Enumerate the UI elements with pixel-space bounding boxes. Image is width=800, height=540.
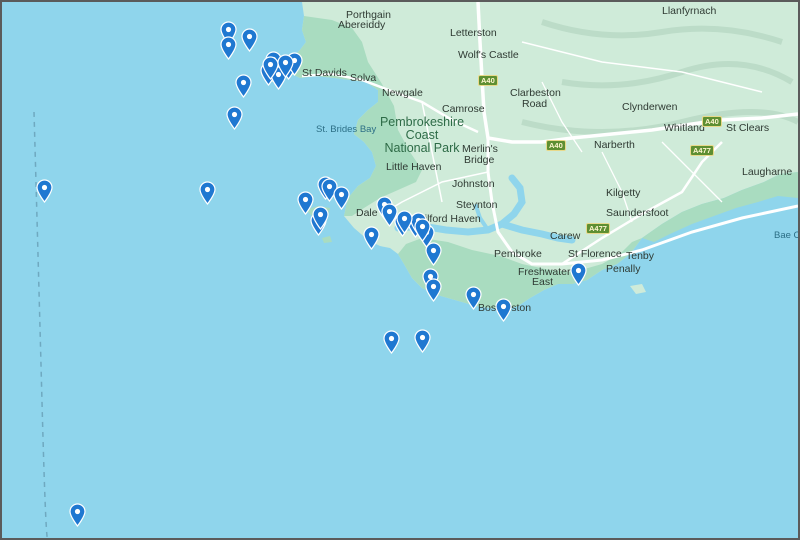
map-pin-icon[interactable]: [198, 181, 216, 205]
map-pin-icon[interactable]: [424, 242, 442, 266]
label-narberth: Narberth: [594, 139, 635, 151]
label-wolfs-castle: Wolf's Castle: [458, 49, 519, 61]
road-shield-a477-south: A477: [586, 223, 610, 234]
label-llanfyrnach: Llanfyrnach: [662, 5, 717, 17]
map-pin-icon[interactable]: [382, 330, 400, 354]
label-penally: Penally: [606, 263, 641, 275]
label-saundersfoot: Saundersfoot: [606, 207, 669, 219]
label-solva: Solva: [350, 72, 377, 84]
road-shield-a40-mid: A40: [546, 140, 566, 151]
label-dale: Dale: [356, 207, 378, 219]
map-pin-icon[interactable]: [332, 186, 350, 210]
road-shield-a40-east: A40: [702, 116, 722, 127]
map-pin-icon[interactable]: [395, 210, 413, 234]
island-caldey: [630, 284, 646, 294]
label-newgale: Newgale: [382, 87, 423, 99]
label-little-haven: Little Haven: [386, 161, 442, 173]
label-tenby: Tenby: [626, 250, 655, 262]
map-pin-icon[interactable]: [494, 298, 512, 322]
map-basemap: [33, 2, 798, 538]
map-pin-icon[interactable]: [413, 218, 431, 242]
label-road: Road: [522, 98, 548, 110]
label-merlins-bridge-2: Bridge: [464, 154, 495, 166]
map-pin-icon[interactable]: [362, 226, 380, 250]
map-pin-icon[interactable]: [219, 36, 237, 60]
label-national-park: Pembrokeshire Coast National Park: [370, 116, 474, 155]
label-st-clears: St Clears: [726, 122, 770, 134]
label-whitland: Whitland: [664, 122, 705, 134]
label-bae-ca: Bae Ca: [774, 230, 800, 241]
map-pin-icon[interactable]: [424, 278, 442, 302]
road-shield-a477-east: A477: [690, 145, 714, 156]
map-pin-icon[interactable]: [569, 262, 587, 286]
island-skokholm: [322, 236, 332, 243]
map-pin-icon[interactable]: [464, 286, 482, 310]
label-steynton: Steynton: [456, 199, 498, 211]
label-st-florence: St Florence: [568, 248, 622, 260]
label-abereiddy: Abereiddy: [338, 19, 386, 31]
label-freshwater-east-2: East: [532, 276, 554, 288]
map-pin-icon[interactable]: [240, 28, 258, 52]
road-shield-a40-north: A40: [478, 75, 498, 86]
label-st-davids: St Davids: [302, 67, 347, 79]
map-pin-icon[interactable]: [413, 329, 431, 353]
park-name-line-3: National Park: [384, 141, 460, 155]
map-pin-icon[interactable]: [276, 54, 294, 78]
map-pin-icon[interactable]: [234, 74, 252, 98]
territorial-boundary: [33, 111, 49, 538]
label-st-brides-bay: St. Brides Bay: [316, 124, 377, 135]
map-pin-icon[interactable]: [35, 179, 53, 203]
label-clynderwen: Clynderwen: [622, 101, 678, 113]
map-pin-icon[interactable]: [225, 106, 243, 130]
label-pembroke: Pembroke: [494, 248, 542, 260]
label-letterston: Letterston: [450, 27, 497, 39]
map-canvas[interactable]: Llanfyrnach Porthgain Abereiddy Letterst…: [0, 0, 800, 540]
map-pin-icon[interactable]: [68, 503, 86, 527]
map-pin-icon[interactable]: [311, 206, 329, 230]
label-laugharne: Laugharne: [742, 166, 793, 178]
label-camrose: Camrose: [442, 103, 485, 115]
label-johnston: Johnston: [452, 178, 495, 190]
label-kilgetty: Kilgetty: [606, 187, 641, 199]
label-carew: Carew: [550, 230, 581, 242]
